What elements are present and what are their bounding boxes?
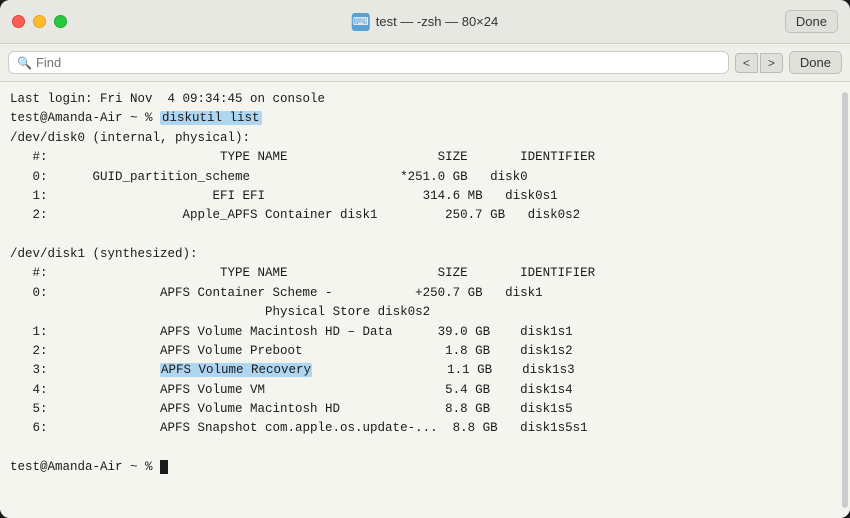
recovery-highlight: APFS Volume Recovery — [160, 363, 312, 377]
line-12: 1: APFS Volume Macintosh HD – Data 39.0 … — [10, 323, 840, 342]
scrollbar[interactable] — [842, 92, 848, 508]
traffic-lights — [12, 15, 67, 28]
minimize-button[interactable] — [33, 15, 46, 28]
titlebar-center: ⌨ test — -zsh — 80×24 — [352, 13, 498, 31]
cursor — [160, 460, 168, 474]
line-14: 3: APFS Volume Recovery 1.1 GB disk1s3 — [10, 361, 840, 380]
nav-buttons: < > — [735, 53, 783, 73]
searchbar: 🔍 < > Done — [0, 44, 850, 82]
done-button[interactable]: Done — [785, 10, 838, 33]
line-13: 2: APFS Volume Preboot 1.8 GB disk1s2 — [10, 342, 840, 361]
maximize-button[interactable] — [54, 15, 67, 28]
search-wrapper[interactable]: 🔍 — [8, 51, 729, 74]
line-7: 2: Apple_APFS Container disk1 250.7 GB d… — [10, 206, 840, 225]
line-3: /dev/disk0 (internal, physical): — [10, 129, 840, 148]
line-blank-1 — [10, 226, 840, 245]
line-blank-2 — [10, 439, 840, 458]
line-2: test@Amanda-Air ~ % diskutil list — [10, 109, 840, 128]
search-icon: 🔍 — [17, 56, 32, 70]
physical-text: Physical — [265, 305, 325, 319]
line-1: Last login: Fri Nov 4 09:34:45 on consol… — [10, 90, 840, 109]
line-11: Physical Store disk0s2 — [10, 303, 840, 322]
terminal-body: Last login: Fri Nov 4 09:34:45 on consol… — [0, 82, 850, 518]
command-highlight: diskutil list — [160, 111, 262, 125]
titlebar: ⌨ test — -zsh — 80×24 Done — [0, 0, 850, 44]
line-16: 5: APFS Volume Macintosh HD 8.8 GB disk1… — [10, 400, 840, 419]
line-10: 0: APFS Container Scheme - +250.7 GB dis… — [10, 284, 840, 303]
line-17: 6: APFS Snapshot com.apple.os.update-...… — [10, 419, 840, 438]
prompt-line: test@Amanda-Air ~ % — [10, 458, 840, 477]
window-title: test — -zsh — 80×24 — [376, 14, 498, 29]
terminal-window: ⌨ test — -zsh — 80×24 Done 🔍 < > Done La… — [0, 0, 850, 518]
line-4: #: TYPE NAME SIZE IDENTIFIER — [10, 148, 840, 167]
terminal-icon: ⌨ — [352, 13, 370, 31]
search-input[interactable] — [36, 55, 720, 70]
nav-back-button[interactable]: < — [735, 53, 758, 73]
search-done-button[interactable]: Done — [789, 51, 842, 74]
close-button[interactable] — [12, 15, 25, 28]
line-15: 4: APFS Volume VM 5.4 GB disk1s4 — [10, 381, 840, 400]
line-9: #: TYPE NAME SIZE IDENTIFIER — [10, 264, 840, 283]
nav-forward-button[interactable]: > — [760, 53, 783, 73]
line-6: 1: EFI EFI 314.6 MB disk0s1 — [10, 187, 840, 206]
line-8: /dev/disk1 (synthesized): — [10, 245, 840, 264]
titlebar-right: Done — [785, 10, 838, 33]
line-5: 0: GUID_partition_scheme *251.0 GB disk0 — [10, 168, 840, 187]
